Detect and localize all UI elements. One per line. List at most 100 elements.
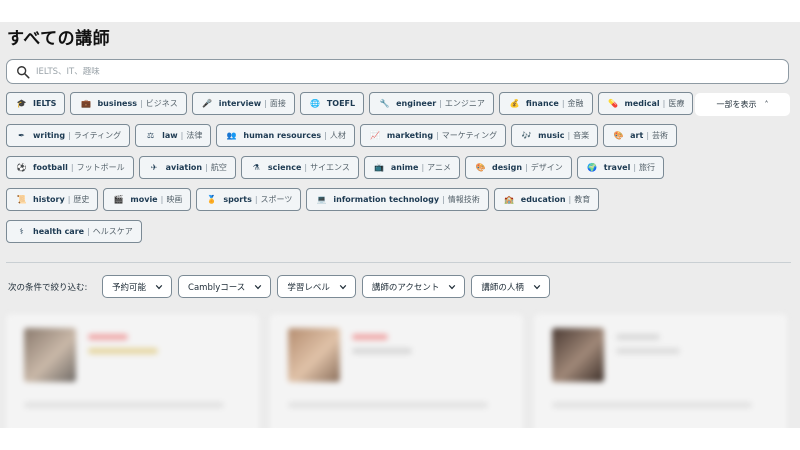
tag-marketing[interactable]: 📈 marketing | マーケティング [359, 124, 507, 147]
chevron-down-icon [339, 284, 347, 289]
filter-level-dropdown[interactable]: 学習レベル [277, 275, 356, 298]
globe-icon: 🌍 [587, 162, 598, 172]
tag-label: education [520, 195, 566, 204]
avatar [24, 328, 76, 382]
tag-label: football [33, 163, 68, 172]
tag-label-jp: 医療 [668, 99, 685, 108]
tag-label: human resources [243, 131, 322, 140]
placeholder-line [88, 348, 158, 354]
tag-ielts[interactable]: 🎓 IELTS [6, 92, 66, 115]
tag-label-jp: 人材 [329, 131, 346, 140]
tag-anime[interactable]: 📺 anime | アニメ [363, 156, 460, 179]
search-input[interactable] [36, 66, 736, 77]
tag-music[interactable]: 🎶 music | 音楽 [511, 124, 599, 147]
tag-engineer[interactable]: 🔧 engineer | エンジニア [369, 92, 494, 115]
chevron-up-icon: ˄ [764, 100, 769, 109]
filter-bar: 予約可能 Camblyコース 学習レベル 講師のアクセント 講師の人柄 [102, 275, 550, 298]
tag-sports[interactable]: 🏅 sports | スポーツ [196, 188, 302, 211]
people-icon: 👥 [226, 130, 237, 140]
search-icon [17, 65, 30, 78]
tag-business[interactable]: 💼 business | ビジネス [70, 92, 187, 115]
pill-icon: 💊 [608, 98, 618, 108]
tag-health-care[interactable]: ⚕ health care | ヘルスケア [6, 220, 142, 243]
chevron-down-icon [255, 284, 262, 289]
tag-art[interactable]: 🎨 art | 芸術 [603, 124, 678, 147]
tag-law[interactable]: ⚖ law | 法律 [135, 124, 212, 147]
tag-interview[interactable]: 🎤 interview | 面接 [191, 92, 295, 115]
tag-label-jp: 航空 [210, 163, 227, 172]
placeholder-line [288, 402, 488, 408]
tag-label: engineer [396, 99, 437, 108]
search-bar[interactable] [6, 59, 789, 84]
tag-medical[interactable]: 💊 medical | 医療 [597, 92, 694, 115]
tag-design[interactable]: 🎨 design | デザイン [465, 156, 572, 179]
placeholder-line [616, 334, 660, 340]
avatar [552, 328, 604, 382]
tag-label-jp: スポーツ [260, 195, 293, 204]
placeholder-line [24, 402, 224, 408]
tag-label-jp: 法律 [186, 131, 203, 140]
tag-label: IELTS [33, 99, 57, 108]
tag-label: information technology [333, 195, 440, 204]
graduation-cap-icon: 🎓 [16, 98, 27, 108]
medal-icon: 🏅 [206, 194, 217, 204]
tag-label-jp: 音楽 [573, 131, 590, 140]
tag-toefl[interactable]: 🌐 TOEFL [299, 92, 365, 115]
tag-label: business [97, 99, 138, 108]
tag-label-jp: サイエンス [310, 163, 350, 172]
tag-label-jp: エンジニア [444, 99, 485, 108]
scroll-icon: 📜 [16, 194, 27, 204]
tutor-card[interactable] [534, 314, 787, 428]
tag-label-jp: フットボール [76, 163, 125, 172]
show-less-button[interactable]: 一部を表示 ˄ [695, 93, 790, 116]
tag-label: movie [130, 195, 158, 204]
tag-row-3: ⚽ football | フットボール ✈ aviation | 航空 ⚗ science | サ… [6, 156, 665, 179]
tag-label-jp: アニメ [427, 163, 451, 172]
tag-label: interview [218, 99, 262, 108]
filter-availability-dropdown[interactable]: 予約可能 [102, 275, 173, 298]
wrench-icon: 🔧 [379, 98, 390, 108]
tag-human-resources[interactable]: 👥 human resources | 人材 [216, 124, 355, 147]
tag-label: travel [603, 163, 631, 172]
airplane-icon: ✈ [150, 162, 158, 172]
tag-finance[interactable]: 💰 finance | 金融 [498, 92, 593, 115]
placeholder-line [88, 334, 128, 340]
tag-label-jp: 映画 [166, 195, 183, 204]
chevron-down-icon [533, 284, 541, 289]
tag-label-jp: ライティング [73, 131, 122, 140]
school-icon: 🏫 [504, 194, 515, 204]
clapperboard-icon: 🎬 [113, 194, 124, 204]
football-icon: ⚽ [16, 162, 27, 172]
filter-accent-dropdown[interactable]: 講師のアクセント [361, 275, 466, 298]
tag-football[interactable]: ⚽ football | フットボール [6, 156, 134, 179]
filter-label: 次の条件で絞り込む: [8, 283, 88, 293]
money-bag-icon: 💰 [509, 98, 520, 108]
tutor-card[interactable] [6, 314, 259, 428]
briefcase-icon: 💼 [80, 98, 91, 108]
tag-aviation[interactable]: ✈ aviation | 航空 [138, 156, 236, 179]
tag-label-jp: マーケティング [441, 131, 498, 140]
tutors-page: すべての講師 🎓IELTS 💼business|ビジネス 🎤interview|… [0, 22, 800, 428]
page-title: すべての講師 [7, 29, 111, 49]
tag-science[interactable]: ⚗ science | サイエンス [240, 156, 359, 179]
tag-label: music [538, 131, 565, 140]
filter-cambly-course-dropdown[interactable]: Camblyコース [178, 275, 272, 298]
tag-movie[interactable]: 🎬 movie | 映画 [103, 188, 192, 211]
tag-education[interactable]: 🏫 education | 教育 [493, 188, 600, 211]
tag-label: medical [624, 99, 660, 108]
filter-personality-dropdown[interactable]: 講師の人柄 [471, 275, 550, 298]
tag-label: anime [390, 163, 419, 172]
pen-icon: ✒ [18, 130, 25, 140]
tag-label: writing [33, 131, 66, 140]
tutor-card-list [6, 314, 796, 428]
tag-label: sports [223, 195, 252, 204]
tag-travel[interactable]: 🌍 travel | 旅行 [576, 156, 665, 179]
tag-label: history [33, 195, 65, 204]
tag-label-jp: ヘルスケア [92, 227, 133, 236]
tutor-card[interactable] [270, 314, 523, 428]
placeholder-line [616, 348, 680, 354]
tag-history[interactable]: 📜 history | 歴史 [6, 188, 99, 211]
tag-information-technology[interactable]: 💻 information technology | 情報技術 [306, 188, 489, 211]
tag-writing[interactable]: ✒ writing | ライティング [6, 124, 131, 147]
tag-label: marketing [386, 131, 434, 140]
